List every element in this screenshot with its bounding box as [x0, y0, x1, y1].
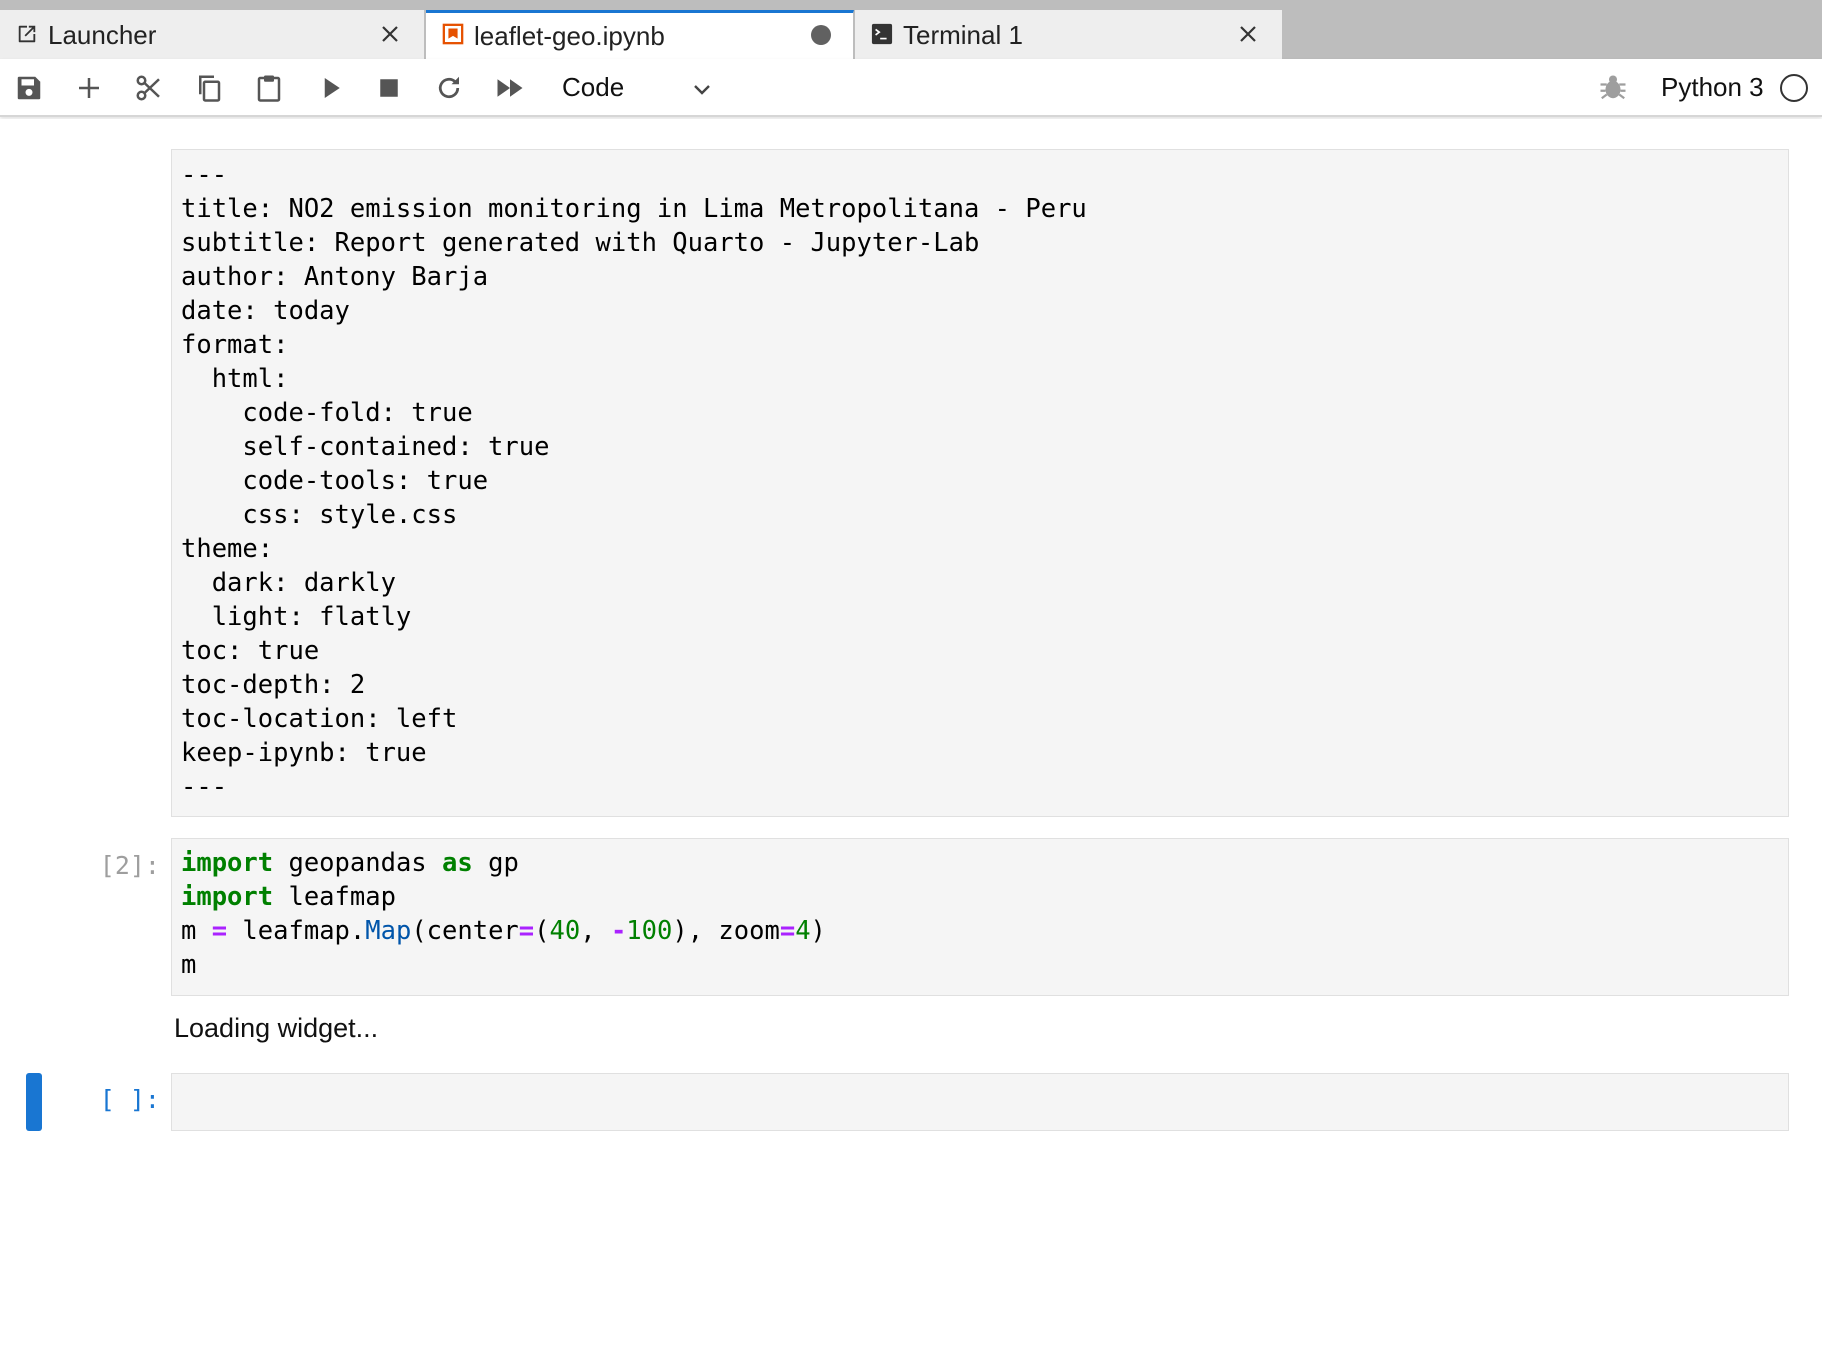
empty-cell-editor[interactable] [171, 1073, 1789, 1131]
copy-icon [199, 75, 221, 102]
copy-button[interactable] [192, 71, 226, 105]
cell-output: Loading widget... [174, 1013, 379, 1043]
yaml-line: subtitle: Report generated with Quarto -… [181, 228, 980, 258]
fast-forward-icon [497, 79, 523, 97]
close-icon[interactable] [378, 22, 402, 46]
refresh-icon [438, 76, 460, 99]
yaml-line: format: [181, 330, 289, 360]
play-icon [324, 78, 340, 98]
yaml-line: --- [181, 160, 228, 190]
insert-cell-button[interactable] [72, 71, 106, 105]
tab-leaflet-geo-label: leaflet-geo.ipynb [474, 21, 665, 51]
yaml-line: title: NO2 emission monitoring in Lima M… [181, 194, 1087, 224]
tab-launcher-label: Launcher [48, 20, 157, 50]
yaml-line: theme: [181, 534, 274, 564]
terminal-icon [871, 23, 893, 45]
code-line-3: m = leafmap.Map(center=(40, -100), zoom=… [181, 916, 826, 946]
cell-prompt: [2]: [99, 851, 160, 880]
yaml-line: css: style.css [181, 500, 458, 530]
raw-cell-editor[interactable]: --- title: NO2 emission monitoring in Lim… [171, 149, 1789, 817]
clipboard-icon [257, 75, 281, 102]
code-line-2: import leafmap [181, 882, 396, 912]
plus-icon [79, 78, 99, 98]
launcher-icon [18, 25, 36, 43]
yaml-line: toc-depth: 2 [181, 670, 366, 700]
unsaved-dot-icon[interactable] [811, 25, 831, 45]
yaml-line: dark: darkly [181, 568, 396, 598]
interrupt-kernel-button[interactable] [372, 71, 406, 105]
debugger-bug-icon[interactable] [1598, 72, 1628, 102]
kernel-name[interactable]: Python 3 [1661, 72, 1764, 103]
cut-button[interactable] [132, 71, 166, 105]
yaml-line: keep-ipynb: true [181, 738, 427, 768]
yaml-line: code-fold: true [181, 398, 473, 428]
restart-run-all-button[interactable] [493, 71, 527, 105]
paste-button[interactable] [252, 71, 286, 105]
code-line-4: m [181, 950, 197, 980]
chevron-down-icon [694, 85, 710, 95]
notebook-icon [442, 23, 464, 45]
active-cell-indicator [26, 1073, 42, 1131]
yaml-line: code-tools: true [181, 466, 489, 496]
cell-type-select[interactable]: Code [548, 67, 718, 109]
tab-terminal[interactable]: Terminal 1 [855, 10, 1283, 59]
stop-icon [380, 79, 398, 97]
save-button[interactable] [12, 71, 46, 105]
cell-type-value: Code [562, 72, 625, 102]
tab-launcher[interactable]: Launcher [0, 10, 425, 59]
close-icon[interactable] [1236, 22, 1260, 46]
yaml-line: html: [181, 364, 289, 394]
yaml-line: author: Antony Barja [181, 262, 489, 292]
code-cell-editor[interactable]: import geopandas as gp import leafmap m … [171, 838, 1789, 996]
yaml-line: self-contained: true [181, 432, 550, 462]
tab-leaflet-geo[interactable]: leaflet-geo.ipynb [426, 10, 854, 59]
empty-cell-prompt: [ ]: [99, 1085, 160, 1114]
scissors-icon [136, 75, 160, 101]
yaml-line: toc: true [181, 636, 320, 666]
tab-terminal-label: Terminal 1 [903, 20, 1023, 50]
kernel-status-icon [1780, 74, 1808, 102]
run-cell-button[interactable] [314, 71, 348, 105]
notebook-panel: --- title: NO2 emission monitoring in Lim… [0, 119, 1822, 1358]
yaml-front-matter: --- title: NO2 emission monitoring in Lim… [172, 158, 1788, 804]
restart-kernel-button[interactable] [432, 71, 466, 105]
code-line-1: import geopandas as gp [181, 848, 519, 878]
notebook-toolbar: Code Python 3 [0, 59, 1822, 117]
yaml-line: date: today [181, 296, 350, 326]
yaml-line: light: flatly [181, 602, 412, 632]
yaml-line: --- [181, 772, 228, 802]
yaml-line: toc-location: left [181, 704, 458, 734]
save-icon [17, 76, 41, 100]
